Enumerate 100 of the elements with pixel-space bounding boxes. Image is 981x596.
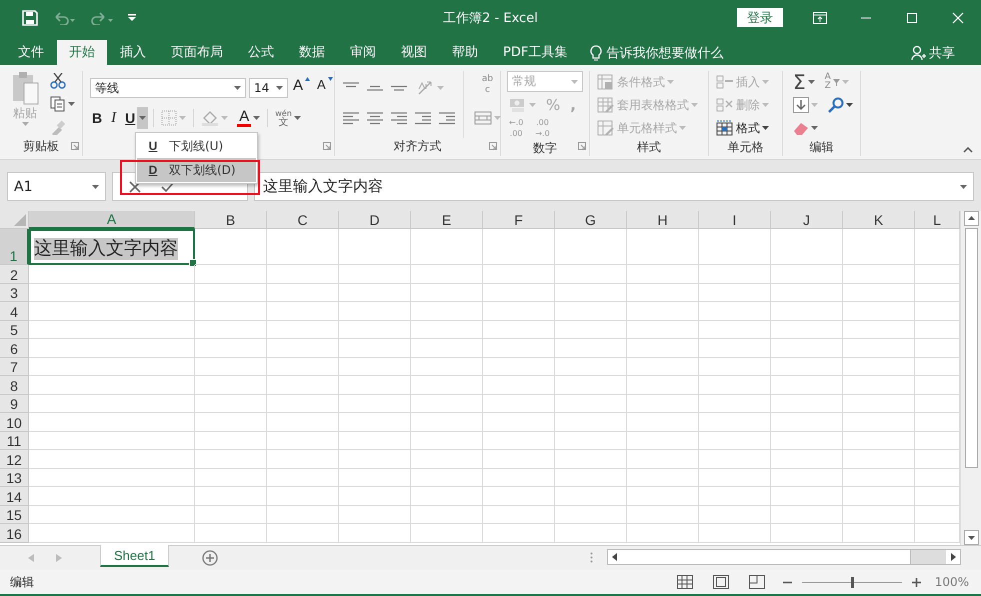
table-cell[interactable] (339, 358, 411, 376)
column-header[interactable]: L (915, 211, 960, 229)
table-cell[interactable] (843, 524, 915, 542)
table-cell[interactable] (555, 413, 627, 432)
ribbon-tab[interactable]: 公式 (236, 40, 286, 65)
table-cell[interactable] (555, 358, 627, 376)
zoom-in-icon[interactable] (912, 578, 921, 586)
table-cell[interactable] (267, 468, 339, 487)
table-cell[interactable] (843, 229, 915, 265)
table-cell[interactable] (29, 432, 195, 450)
table-cell[interactable] (339, 506, 411, 524)
table-cell[interactable] (195, 339, 267, 358)
column-header[interactable]: B (195, 211, 267, 229)
table-cell[interactable] (483, 506, 555, 524)
table-cell[interactable] (627, 265, 699, 284)
table-cell[interactable] (411, 339, 483, 358)
save-icon[interactable] (22, 10, 38, 26)
lightbulb-icon[interactable] (590, 44, 602, 60)
table-cell[interactable] (483, 229, 555, 265)
table-cell[interactable] (699, 358, 771, 376)
table-cell[interactable] (29, 376, 195, 394)
caret-icon[interactable] (68, 102, 75, 106)
italic-button[interactable]: I (109, 107, 118, 129)
table-cell[interactable] (483, 524, 555, 542)
table-cell[interactable] (411, 506, 483, 524)
row-header[interactable]: 1 (0, 229, 29, 265)
table-cell[interactable] (267, 320, 339, 339)
table-cell[interactable] (555, 450, 627, 468)
table-cell[interactable] (483, 339, 555, 358)
table-cell[interactable] (699, 394, 771, 413)
table-cell[interactable] (195, 358, 267, 376)
table-cell[interactable] (411, 284, 483, 302)
table-cell[interactable] (843, 339, 915, 358)
table-cell[interactable] (627, 394, 699, 413)
table-cell[interactable] (483, 284, 555, 302)
row-header[interactable]: 16 (0, 524, 29, 542)
table-cell[interactable] (771, 320, 843, 339)
table-cell[interactable] (771, 339, 843, 358)
table-cell[interactable] (195, 432, 267, 450)
table-cell[interactable] (483, 376, 555, 394)
column-header[interactable]: A (29, 211, 195, 229)
table-cell[interactable] (267, 376, 339, 394)
align-center-icon[interactable] (367, 111, 383, 125)
column-header[interactable]: K (843, 211, 915, 229)
close-icon[interactable] (952, 12, 964, 24)
table-cell[interactable] (699, 524, 771, 542)
dialog-launcher-icon[interactable] (323, 142, 331, 150)
table-cell[interactable] (267, 506, 339, 524)
table-cell[interactable] (29, 302, 195, 320)
row-header[interactable]: 7 (0, 358, 29, 376)
table-cell[interactable] (29, 358, 195, 376)
table-cell[interactable] (843, 265, 915, 284)
column-header[interactable]: D (339, 211, 411, 229)
scroll-down-icon[interactable] (964, 530, 978, 545)
column-header[interactable]: G (555, 211, 627, 229)
table-cell[interactable] (339, 376, 411, 394)
table-cell[interactable] (627, 413, 699, 432)
table-cell[interactable] (195, 394, 267, 413)
table-cell[interactable] (29, 413, 195, 432)
row-header[interactable]: 6 (0, 339, 29, 358)
dialog-launcher-icon[interactable] (578, 142, 586, 150)
table-cell[interactable] (555, 302, 627, 320)
table-cell[interactable] (29, 450, 195, 468)
table-cell[interactable] (627, 506, 699, 524)
caret-icon[interactable] (846, 103, 853, 107)
table-cell[interactable] (29, 265, 195, 284)
scroll-up-icon[interactable] (964, 211, 978, 226)
table-cell[interactable] (411, 487, 483, 506)
table-cell[interactable] (339, 265, 411, 284)
ribbon-tab[interactable]: 文件 (6, 40, 56, 65)
maximize-icon[interactable] (906, 12, 918, 24)
table-cell[interactable] (771, 468, 843, 487)
table-cell[interactable] (267, 413, 339, 432)
next-sheet-icon[interactable] (56, 554, 62, 562)
table-cell[interactable] (267, 339, 339, 358)
table-cell[interactable] (339, 524, 411, 542)
font-color-button[interactable]: A (235, 107, 262, 129)
table-cell[interactable] (627, 229, 699, 265)
caret-icon[interactable] (960, 184, 967, 188)
zoom-level[interactable]: 100% (934, 575, 969, 589)
table-cell[interactable] (267, 265, 339, 284)
table-cell[interactable] (555, 432, 627, 450)
table-cell[interactable] (843, 376, 915, 394)
currency-icon[interactable] (509, 97, 527, 113)
name-box[interactable]: A1 (7, 172, 106, 201)
table-cell[interactable] (555, 487, 627, 506)
table-cell[interactable] (771, 394, 843, 413)
format-cells-button[interactable]: 格式 (714, 117, 771, 139)
caret-icon[interactable] (294, 116, 301, 120)
cancel-icon[interactable] (129, 180, 141, 192)
table-cell[interactable] (339, 468, 411, 487)
eraser-icon[interactable] (793, 121, 809, 135)
table-cell[interactable] (843, 302, 915, 320)
table-cell[interactable] (771, 302, 843, 320)
scrollbar-thumb[interactable] (622, 550, 911, 564)
table-cell[interactable] (29, 468, 195, 487)
row-header[interactable]: 10 (0, 413, 29, 432)
decrease-indent-icon[interactable] (415, 111, 431, 125)
table-cell[interactable] (627, 358, 699, 376)
ribbon-display-icon[interactable] (813, 12, 827, 24)
